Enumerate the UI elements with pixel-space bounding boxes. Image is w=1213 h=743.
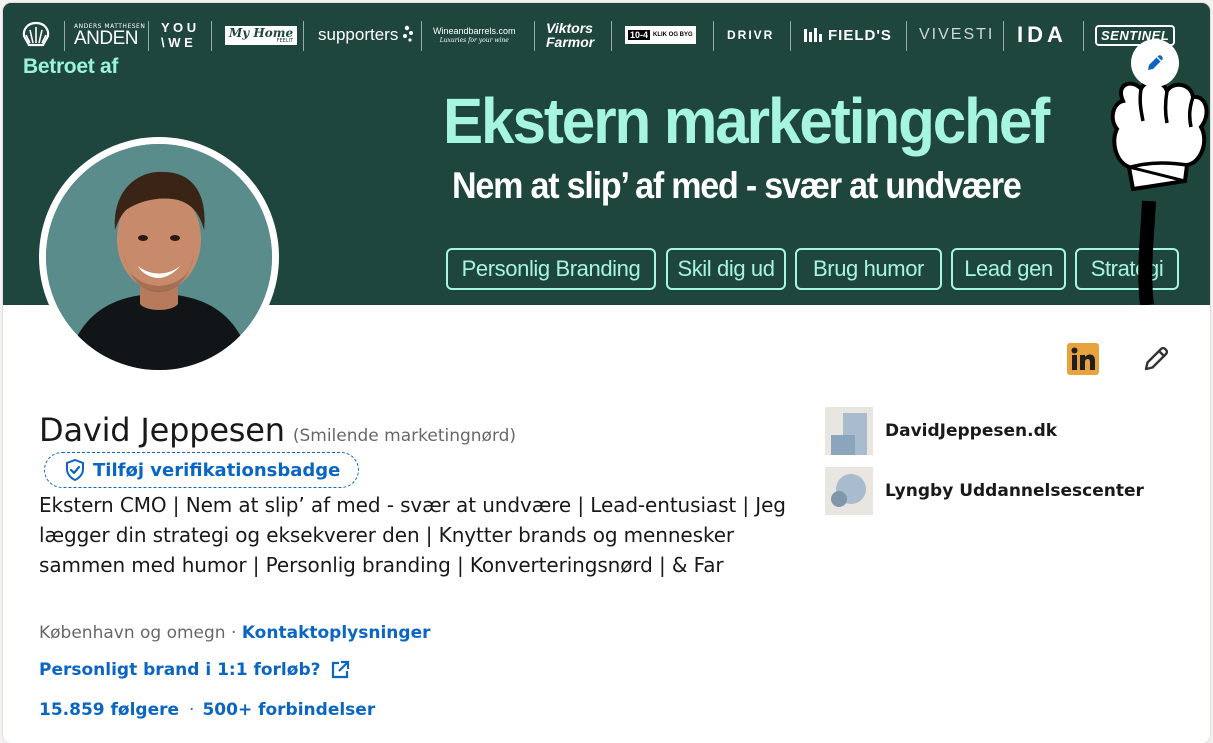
company-name: DavidJeppesen.dk (885, 421, 1058, 441)
location-separator: · (225, 623, 242, 643)
network-stats: 15.859 følgere · 500+ forbindelser (39, 700, 375, 720)
banner-chip: Skil dig ud (666, 248, 786, 290)
partner-logos: ANDERS MATTHESEN ANDEN Y O U \ W E My Ho… (3, 15, 1210, 55)
edit-pencil-icon (1144, 346, 1169, 371)
verify-label: Tilføj verifikationsbadge (93, 459, 341, 481)
fields-logo: FIELD'S (803, 15, 892, 55)
drivr-logo: DRIVR (727, 28, 775, 42)
edit-pencil-icon (1148, 55, 1163, 70)
banner-chip: Lead gen (951, 248, 1066, 290)
fist-illustration-icon (1110, 81, 1209, 305)
custom-website-link[interactable]: Personligt brand i 1:1 forløb? (39, 660, 350, 680)
trusted-by-label: Betroet af (23, 55, 119, 78)
profile-photo-button[interactable] (39, 137, 279, 377)
my-home-logo: My Home FEELIT (225, 15, 298, 55)
location: København og omegn (39, 623, 226, 643)
vivesti-logo: VIVESTI (919, 26, 995, 43)
ida-logo: IDA (1017, 22, 1067, 47)
add-verification-badge-button[interactable]: Tilføj verifikationsbadge (44, 452, 360, 488)
ten-four-logo: 10-4 KLIK OG BYG (625, 15, 696, 55)
external-link-icon (332, 660, 350, 679)
shell-logo (21, 15, 51, 55)
banner-chip: Brug humor (795, 248, 942, 290)
contact-info-link[interactable]: Kontaktoplysninger (242, 623, 431, 643)
edit-banner-button[interactable] (1131, 39, 1179, 87)
connections-link[interactable]: 500+ forbindelser (202, 700, 375, 720)
edit-intro-button[interactable] (1138, 341, 1174, 377)
wineandbarrels-logo: Wineandbarrels.com Luxuries for your win… (433, 26, 516, 44)
followers-link[interactable]: 15.859 følgere (39, 700, 179, 720)
current-company-link[interactable]: DavidJeppesen.dk (825, 407, 1057, 455)
education-link[interactable]: Lyngby Uddannelsescenter (825, 467, 1144, 515)
linkedin-button[interactable] (1067, 343, 1099, 375)
stats-separator: · (189, 700, 195, 720)
school-logo (825, 467, 873, 515)
avatar (46, 144, 272, 370)
banner-subline: Nem at slip’ af med - svær at undvære (452, 165, 1022, 206)
profile-name: David Jeppesen (39, 411, 285, 449)
company-logo (825, 407, 873, 455)
location-row: København og omegn · Kontaktoplysninger (39, 623, 431, 643)
linkedin-icon (1067, 343, 1099, 375)
pronouns: (Smilende marketingnørd) (292, 426, 517, 446)
profile-headline: Ekstern CMO | Nem at slip’ af med - svær… (39, 493, 786, 577)
profile-card: ANDERS MATTHESEN ANDEN Y O U \ W E My Ho… (3, 3, 1210, 743)
custom-website-label: Personligt brand i 1:1 forløb? (39, 660, 321, 680)
anden-logo: ANDERS MATTHESEN ANDEN (74, 22, 146, 49)
you-we-logo: Y O U \ W E (161, 20, 197, 50)
viktors-farmor-logo: Viktors Farmor (546, 20, 595, 50)
banner-headline: Ekstern marketingchef (443, 85, 1050, 157)
banner-chip: Personlig Branding (446, 248, 656, 290)
name-row: David Jeppesen (Smilende marketingnørd) (39, 411, 516, 449)
school-name: Lyngby Uddannelsescenter (885, 481, 1144, 501)
shield-check-icon (66, 459, 84, 481)
supporters-logo: supporters (318, 15, 414, 55)
